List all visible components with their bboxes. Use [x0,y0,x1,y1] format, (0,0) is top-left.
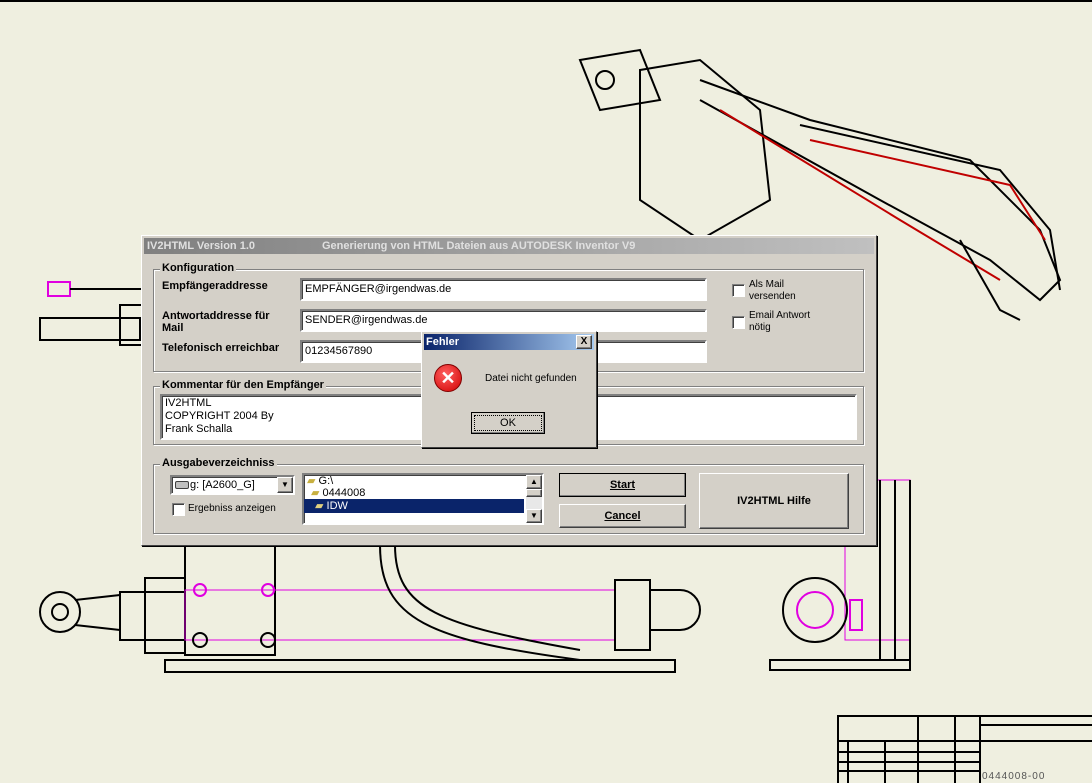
reply-label: Antwortaddresse für Mail [162,310,270,334]
drive-value: g: [A2600_G] [190,479,255,491]
title-bar[interactable]: IV2HTML Version 1.0 Generierung von HTML… [144,238,874,254]
cancel-button[interactable]: Cancel [559,504,686,528]
scroll-up-icon[interactable]: ▲ [526,475,542,489]
error-message: Datei nicht gefunden [485,373,577,384]
error-title-bar[interactable]: Fehler X [424,334,594,350]
error-title: Fehler [426,336,460,348]
scrollbar[interactable]: ▲ ▼ [526,475,542,523]
error-icon: ✕ [434,364,462,392]
folder-item[interactable]: ▰ 0444008 [304,487,542,499]
comment-group-label: Kommentar für den Empfänger [160,379,326,391]
drive-select[interactable]: g: [A2600_G] ▼ [170,475,295,495]
send-mail-checkbox[interactable] [732,284,745,297]
folder-open-icon: ▰ [311,487,320,499]
output-group-label: Ausgabeverzeichniss [160,457,277,469]
error-dialog: Fehler X ✕ Datei nicht gefunden OK [421,331,597,448]
cylinder-side-view [39,544,701,673]
folder-item[interactable]: ▰ G:\ [304,475,542,487]
scroll-down-icon[interactable]: ▼ [526,509,542,523]
start-button[interactable]: Start [559,473,686,497]
drive-icon [175,481,189,489]
dialog-title: IV2HTML Version 1.0 [147,240,256,252]
reply-needed-checkbox[interactable] [732,316,745,329]
config-group-label: Konfiguration [160,262,237,274]
show-result-label: Ergebniss anzeigen [188,503,276,514]
folder-list[interactable]: ▰ G:\ ▰ 0444008 ▰ IDW ▲ ▼ [302,473,544,525]
ok-button[interactable]: OK [471,412,545,434]
dialog-subtitle: Generierung von HTML Dateien aus AUTODES… [322,240,636,252]
recipient-input[interactable]: EMPFÄNGER@irgendwas.de [300,278,707,301]
close-button[interactable]: X [576,335,592,349]
send-mail-label: Als Mail versenden [749,279,796,302]
help-button[interactable]: IV2HTML Hilfe [699,473,849,529]
folder-item-selected[interactable]: ▰ IDW [304,499,524,513]
folder-open-icon: ▰ [315,500,324,512]
phone-label: Telefonisch erreichbar [162,342,280,354]
drawing-number: 0444008-00 [982,771,1046,782]
chevron-down-icon[interactable]: ▼ [277,477,293,493]
scroll-thumb[interactable] [526,489,542,497]
reply-input[interactable]: SENDER@irgendwas.de [300,309,707,332]
recipient-label: Empfängeraddresse [162,280,268,292]
show-result-checkbox[interactable] [172,503,185,516]
title-block [837,715,1092,783]
reply-needed-label: Email Antwort nötig [749,310,811,333]
folder-open-icon: ▰ [307,475,316,487]
